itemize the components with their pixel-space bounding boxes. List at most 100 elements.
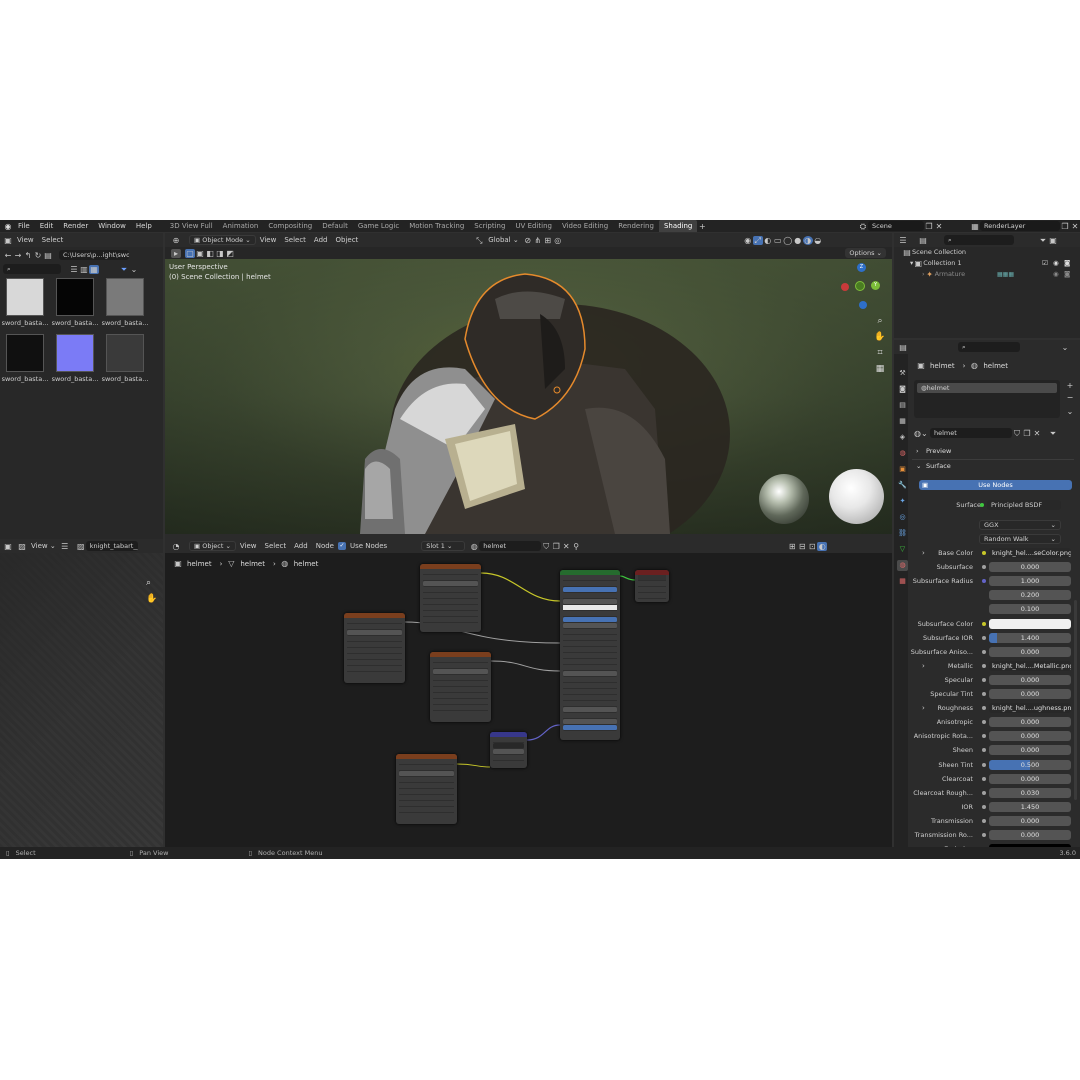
subsurface-method-dropdown[interactable]: Random Walk ⌄	[979, 534, 1061, 544]
socket-dot-icon[interactable]	[982, 720, 986, 725]
chevron-down-icon[interactable]: ⌄	[129, 265, 139, 274]
value-slider[interactable]: 0.000	[989, 717, 1071, 728]
eye-icon[interactable]: ◉	[1053, 258, 1059, 269]
physics-tab-icon[interactable]: ◎	[897, 512, 908, 523]
wireframe-shading-icon[interactable]: ◯	[783, 236, 793, 245]
outliner-type-icon[interactable]: ☰	[898, 236, 908, 245]
file-thumbnail[interactable]	[56, 334, 94, 372]
value-slider[interactable]: 1.400	[989, 632, 1071, 643]
parent-dir-icon[interactable]: ↰	[23, 251, 33, 260]
solid-shading-icon[interactable]: ●	[793, 236, 803, 245]
linked-texture-field[interactable]: knight_hel....Metallic.png	[989, 660, 1071, 671]
value-slider[interactable]: 0.000	[989, 689, 1071, 699]
outliner-row-armature[interactable]: › ✦ Armature ▦▦▦ ◉ ◙	[902, 269, 1080, 280]
expand-chevron-icon[interactable]: ›	[922, 547, 925, 559]
select-extend-icon[interactable]: ▣	[195, 249, 205, 258]
orientation-dropdown[interactable]: Global ⌄	[484, 233, 522, 247]
add-slot-icon[interactable]: +	[1064, 380, 1076, 392]
short-list-icon[interactable]: ▥	[79, 265, 89, 274]
gizmo-icon[interactable]: ⤢	[752, 235, 763, 245]
grid-icon[interactable]: ▦	[873, 361, 887, 377]
world-tab-icon[interactable]: ◍	[897, 448, 908, 459]
render-icon[interactable]: ◙	[1064, 269, 1070, 280]
y-axis-icon[interactable]	[855, 281, 865, 291]
z-axis-neg-icon[interactable]	[859, 301, 867, 309]
tab-scripting[interactable]: Scripting	[469, 220, 510, 232]
socket-dot-icon[interactable]	[982, 734, 986, 739]
socket-dot-icon[interactable]	[982, 762, 986, 767]
properties-type-icon[interactable]: ▤	[898, 343, 908, 352]
new-layer-icon[interactable]: ❐	[1060, 222, 1070, 231]
image-texture-node-normal[interactable]	[396, 754, 457, 824]
tab-motion-tracking[interactable]: Motion Tracking	[404, 220, 469, 232]
image-texture-node-basecolor[interactable]	[420, 564, 481, 632]
visibility-icon[interactable]: ◉	[743, 236, 753, 245]
tab-uv-editing[interactable]: UV Editing	[510, 220, 557, 232]
value-slider[interactable]: 0.000	[989, 815, 1071, 826]
menu-window[interactable]: Window	[93, 220, 131, 232]
snap-icon[interactable]: ⋔	[533, 236, 543, 245]
path-field[interactable]: C:\Users\p...ight\sword\	[59, 250, 129, 260]
object-mode-dropdown[interactable]: ▣ Object Mode ⌄	[189, 235, 256, 245]
back-icon[interactable]: ←	[3, 251, 13, 260]
value-slider[interactable]: 0.000	[989, 562, 1071, 573]
select-tool-icon[interactable]: ▸	[171, 248, 181, 258]
socket-dot-icon[interactable]	[982, 776, 986, 781]
scene-tab-icon[interactable]: ◈	[897, 432, 908, 443]
material-name-input[interactable]: helmet	[930, 428, 1012, 438]
surface-shader-dropdown[interactable]: Principled BSDF	[987, 500, 1061, 510]
expand-chevron-icon[interactable]: ›	[922, 702, 925, 714]
principled-bsdf-node[interactable]	[560, 570, 620, 740]
z-axis-icon[interactable]: Z	[857, 263, 866, 272]
eye-icon[interactable]: ◉	[1053, 269, 1059, 280]
forward-icon[interactable]: →	[13, 251, 23, 260]
scene-selector[interactable]: ⛭ Scene ❐ ✕	[858, 221, 944, 231]
folder-icon[interactable]: ▣	[3, 236, 13, 245]
overlay-icon[interactable]: ◐	[763, 236, 773, 245]
ie-zoom-icon[interactable]: ⌕	[146, 575, 157, 591]
socket-dot-icon[interactable]	[982, 748, 986, 753]
slot-menu-icon[interactable]: ⌄	[1064, 406, 1076, 418]
image-name-field[interactable]: knight_tabart__tabar	[85, 541, 138, 551]
tab-rendering[interactable]: Rendering	[613, 220, 659, 232]
new-collection-icon[interactable]: ▣	[1048, 236, 1058, 245]
value-slider[interactable]: 0.100	[989, 604, 1071, 615]
tool-tab-icon[interactable]: ⚒	[897, 368, 908, 379]
menu-render[interactable]: Render	[58, 220, 93, 232]
tab-shading[interactable]: Shading	[658, 220, 698, 232]
camera-icon[interactable]: ⌗	[873, 345, 887, 361]
render-icon[interactable]: ◙	[1064, 258, 1070, 269]
file-thumbnail[interactable]	[56, 278, 94, 316]
options-chevron-icon[interactable]: ⌄	[1060, 343, 1070, 352]
outliner-filter-icon[interactable]: ⏷	[1038, 236, 1048, 245]
socket-dot-icon[interactable]	[982, 790, 986, 795]
prop-breadcrumb-material[interactable]: helmet	[983, 362, 1008, 370]
add-workspace-icon[interactable]: +	[697, 222, 707, 231]
value-slider[interactable]: 1.450	[989, 801, 1071, 812]
tab-video-editing[interactable]: Video Editing	[557, 220, 613, 232]
transform-orientation-icon[interactable]: ⤡	[474, 236, 484, 245]
y-axis-pos-icon[interactable]: Y	[871, 281, 880, 290]
preview-panel-header[interactable]: › Preview	[916, 447, 951, 455]
refresh-icon[interactable]: ↻	[33, 251, 43, 260]
list-view-icon[interactable]: ☰	[69, 265, 79, 274]
socket-dot-icon[interactable]	[982, 621, 986, 626]
linked-texture-field[interactable]: knight_hel....ughness.png	[989, 703, 1071, 714]
image-editor-type-icon[interactable]: ▣	[3, 542, 13, 551]
new-scene-icon[interactable]: ❐	[924, 222, 934, 231]
delete-layer-icon[interactable]: ✕	[1070, 222, 1080, 231]
value-slider[interactable]: 0.500	[989, 759, 1071, 770]
editor-type-icon[interactable]: ⊕	[171, 236, 181, 245]
outliner-search-input[interactable]: ⌕	[944, 235, 1014, 245]
value-slider[interactable]: 1.000	[989, 576, 1071, 587]
navigation-gizmo[interactable]: Z Y	[837, 263, 885, 311]
select-intersect-icon[interactable]: ◩	[225, 249, 235, 258]
value-slider[interactable]: 0.000	[989, 745, 1071, 756]
unlink-icon[interactable]: ✕	[1032, 429, 1042, 438]
socket-dot-icon[interactable]	[982, 677, 986, 682]
socket-dot-icon[interactable]	[982, 818, 986, 823]
value-slider[interactable]: 0.030	[989, 787, 1071, 798]
normal-map-node[interactable]	[490, 732, 527, 768]
xray-icon[interactable]: ▭	[773, 236, 783, 245]
outliner-row-collection[interactable]: ▾ ▣ Collection 1 ☑ ◉ ◙	[902, 258, 1080, 269]
